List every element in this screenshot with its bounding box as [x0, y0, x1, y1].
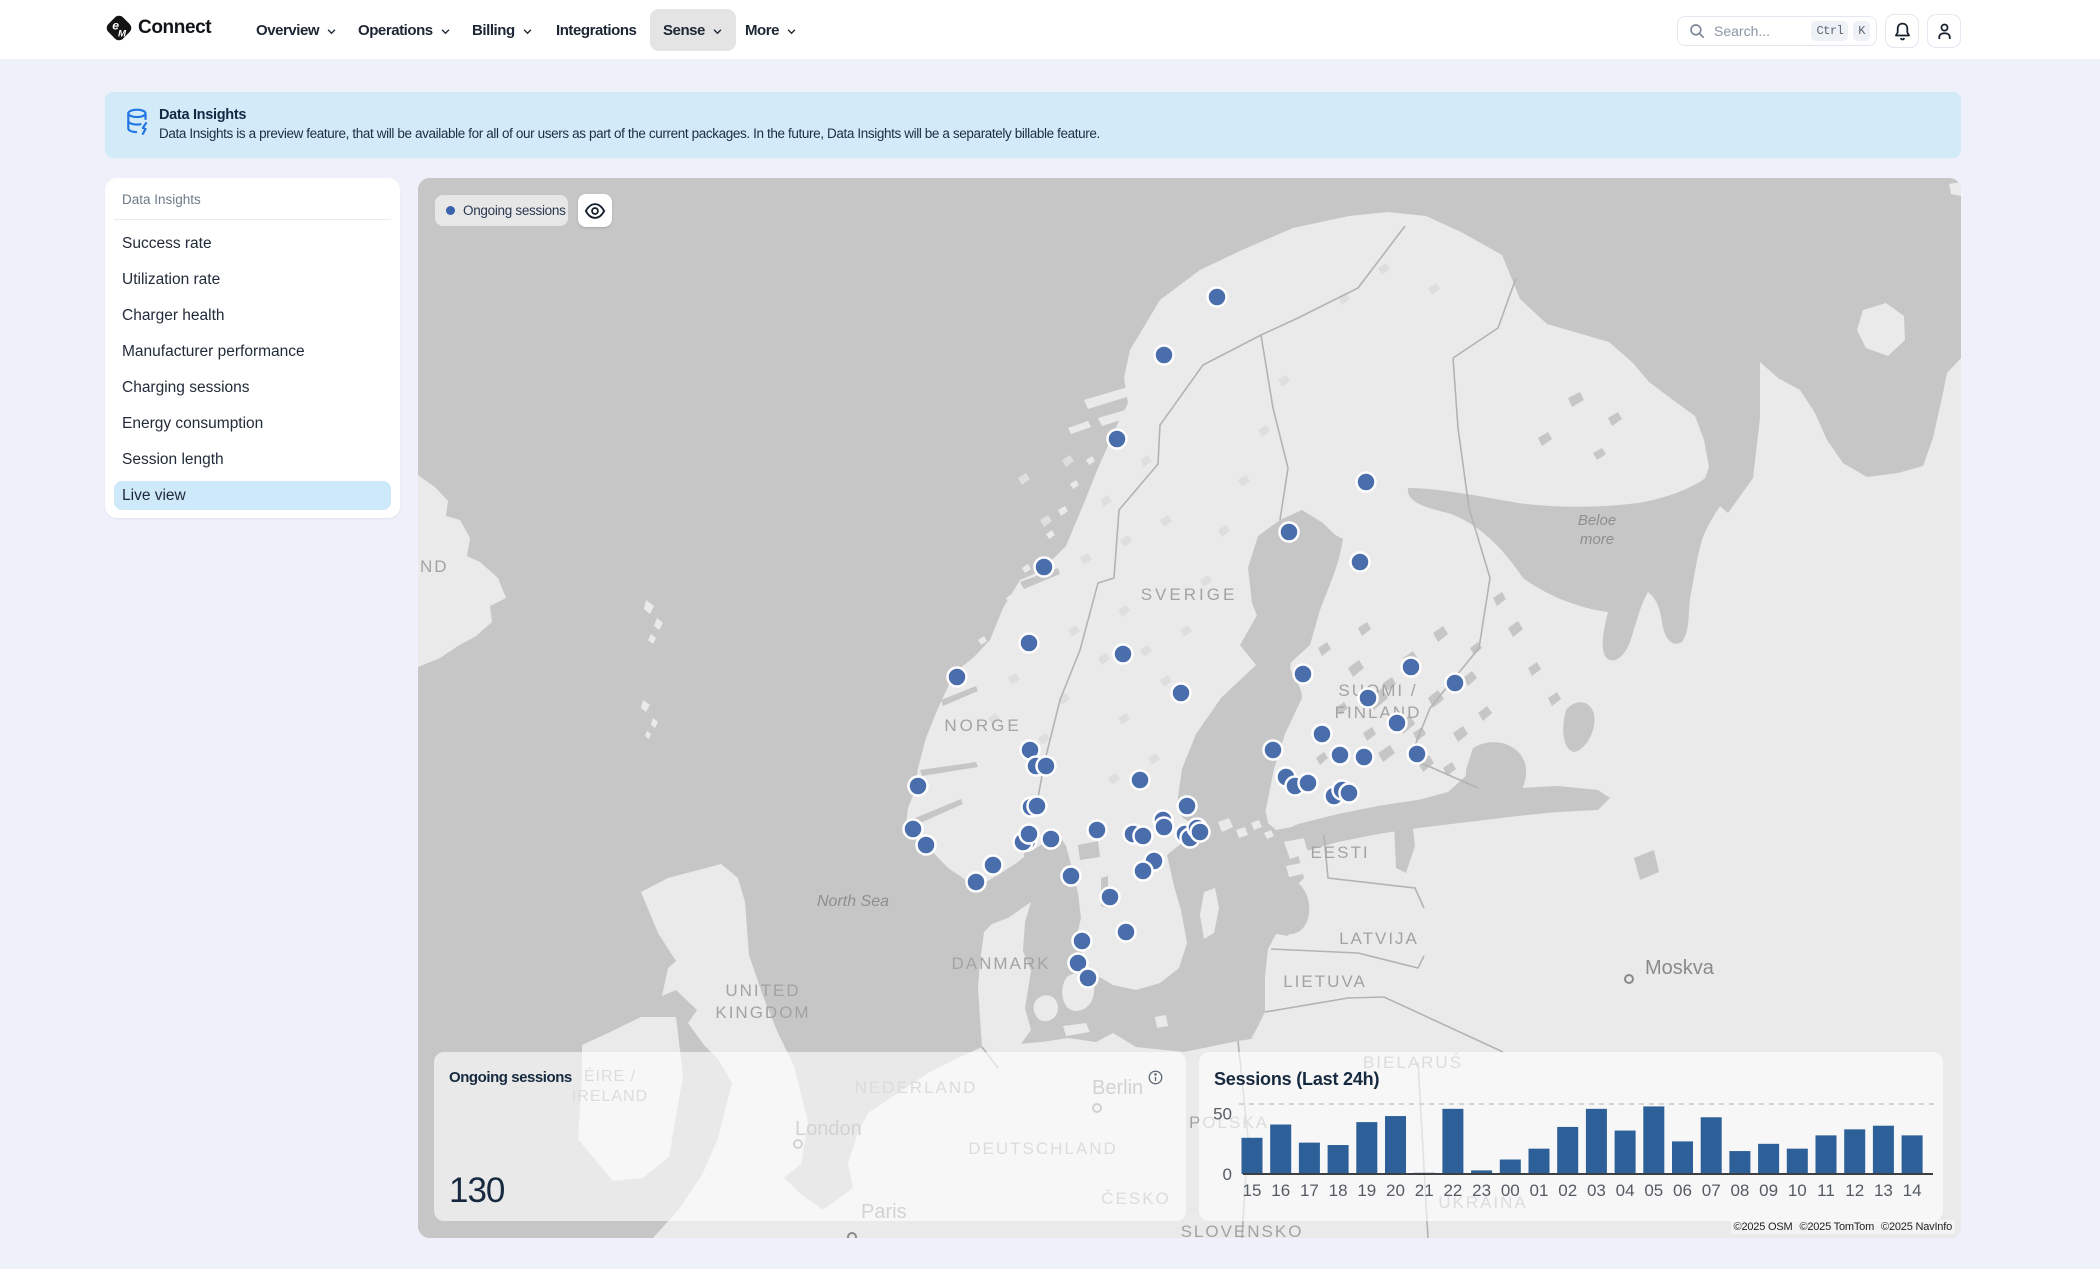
svg-text:LIETUVA: LIETUVA [1283, 972, 1367, 991]
svg-text:08: 08 [1730, 1181, 1749, 1200]
svg-text:SVERIGE: SVERIGE [1141, 585, 1238, 604]
svg-text:0: 0 [1223, 1165, 1232, 1184]
svg-text:09: 09 [1759, 1181, 1778, 1200]
svg-text:M: M [118, 28, 127, 39]
svg-text:Moskva: Moskva [1645, 957, 1715, 979]
svg-text:ND: ND [420, 557, 449, 576]
svg-text:16: 16 [1271, 1181, 1290, 1200]
svg-text:19: 19 [1357, 1181, 1376, 1200]
svg-text:UNITED: UNITED [725, 981, 800, 1000]
svg-text:17: 17 [1300, 1181, 1319, 1200]
svg-text:FINLAND: FINLAND [1335, 703, 1422, 722]
svg-text:03: 03 [1587, 1181, 1606, 1200]
svg-text:22: 22 [1443, 1181, 1462, 1200]
svg-text:15: 15 [1243, 1181, 1262, 1200]
svg-text:21: 21 [1415, 1181, 1434, 1200]
svg-text:LATVIJA: LATVIJA [1339, 929, 1419, 948]
svg-text:02: 02 [1558, 1181, 1577, 1200]
svg-text:07: 07 [1702, 1181, 1721, 1200]
svg-text:13: 13 [1874, 1181, 1893, 1200]
svg-text:NORGE: NORGE [944, 716, 1021, 735]
svg-text:SLOVENSKO: SLOVENSKO [1181, 1222, 1304, 1238]
svg-text:06: 06 [1673, 1181, 1692, 1200]
svg-text:01: 01 [1530, 1181, 1549, 1200]
svg-text:North Sea: North Sea [817, 893, 889, 910]
svg-text:12: 12 [1845, 1181, 1864, 1200]
svg-text:EESTI: EESTI [1310, 843, 1369, 862]
svg-text:Beloe: Beloe [1578, 512, 1616, 529]
svg-text:14: 14 [1903, 1181, 1922, 1200]
svg-text:50: 50 [1213, 1105, 1232, 1124]
svg-text:04: 04 [1616, 1181, 1635, 1200]
svg-text:05: 05 [1644, 1181, 1663, 1200]
svg-text:11: 11 [1817, 1181, 1835, 1200]
svg-text:18: 18 [1329, 1181, 1348, 1200]
svg-text:more: more [1580, 531, 1614, 548]
svg-text:00: 00 [1501, 1181, 1520, 1200]
svg-text:DANMARK: DANMARK [951, 954, 1050, 973]
svg-text:KINGDOM: KINGDOM [715, 1003, 810, 1022]
svg-text:20: 20 [1386, 1181, 1405, 1200]
svg-text:10: 10 [1788, 1181, 1807, 1200]
svg-text:23: 23 [1472, 1181, 1491, 1200]
